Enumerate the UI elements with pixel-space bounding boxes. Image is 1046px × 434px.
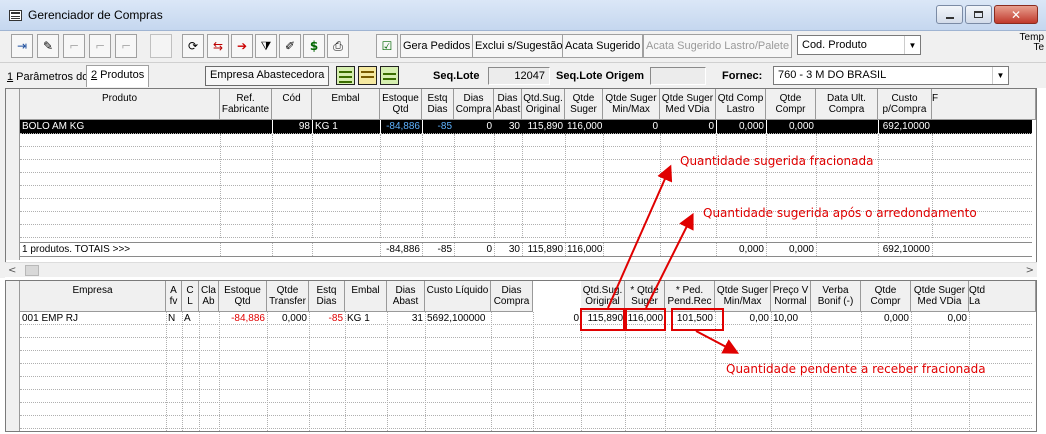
- arrow-to-arredondamento: [645, 212, 694, 309]
- annotation-pendente: Quantidade pendente a receber fracionada: [726, 362, 986, 376]
- arrow-to-fracionada: [607, 164, 673, 309]
- annotation-fracionada: Quantidade sugerida fracionada: [680, 154, 874, 168]
- arrow-to-pendente: [695, 330, 740, 354]
- annotation-arredondamento: Quantidade sugerida após o arredondament…: [703, 206, 977, 220]
